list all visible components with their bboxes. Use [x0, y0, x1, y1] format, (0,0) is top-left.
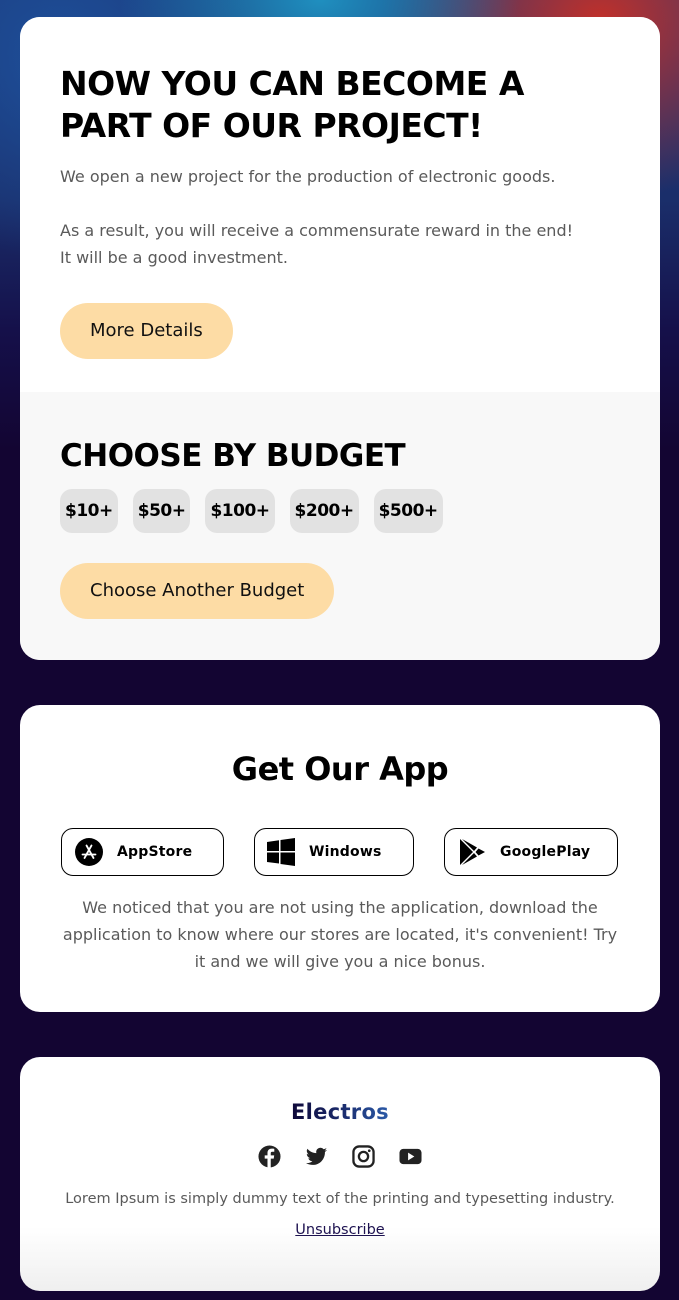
more-details-button[interactable]: More Details — [60, 303, 233, 359]
budget-option[interactable]: $10+ — [60, 489, 118, 533]
app-store-icon — [62, 838, 117, 866]
footer-text: Lorem Ipsum is simply dummy text of the … — [65, 1191, 615, 1207]
budget-option[interactable]: $50+ — [132, 489, 191, 533]
budget-title: CHOOSE BY BUDGET — [60, 438, 406, 474]
app-title: Get Our App — [231, 750, 449, 788]
hero-paragraph-line: It will be a good investment. — [60, 248, 288, 267]
footer-card: Electros Lorem Ipsum is simply dummy tex… — [20, 1057, 660, 1291]
hero-paragraph-line: As a result, you will receive a commensu… — [60, 221, 574, 240]
windows-icon — [255, 838, 309, 866]
hero-section: NOW YOU CAN BECOME A PART OF OUR PROJECT… — [20, 17, 660, 392]
appstore-button[interactable]: AppStore — [61, 828, 224, 876]
budget-option[interactable]: $200+ — [289, 489, 359, 533]
youtube-icon[interactable] — [399, 1145, 422, 1168]
googleplay-label: GooglePlay — [500, 844, 591, 860]
choose-another-budget-button[interactable]: Choose Another Budget — [60, 563, 335, 619]
budget-section: CHOOSE BY BUDGET $10+ $50+ $100+ $200+ $… — [20, 392, 660, 660]
app-description: We noticed that you are not using the ap… — [62, 898, 618, 971]
budget-options: $10+ $50+ $100+ $200+ $500+ — [60, 489, 620, 533]
hero-title: NOW YOU CAN BECOME A PART OF OUR PROJECT… — [60, 64, 524, 145]
app-card: Get Our App AppStore Windows GooglePlay … — [20, 705, 660, 1012]
store-buttons: AppStore Windows GooglePlay — [20, 828, 660, 878]
windows-button[interactable]: Windows — [254, 828, 414, 876]
budget-option[interactable]: $500+ — [373, 489, 443, 533]
twitter-icon[interactable] — [305, 1145, 328, 1168]
instagram-icon[interactable] — [352, 1145, 375, 1168]
hero-card: NOW YOU CAN BECOME A PART OF OUR PROJECT… — [20, 17, 660, 660]
unsubscribe-link[interactable]: Unsubscribe — [295, 1222, 384, 1238]
electros-logo: Electros — [291, 1100, 389, 1124]
windows-label: Windows — [309, 844, 382, 860]
budget-option[interactable]: $100+ — [205, 489, 275, 533]
hero-paragraph: We open a new project for the production… — [60, 167, 556, 186]
googleplay-button[interactable]: GooglePlay — [444, 828, 618, 876]
facebook-icon[interactable] — [258, 1145, 281, 1168]
social-links — [20, 1145, 660, 1169]
appstore-label: AppStore — [117, 844, 193, 860]
google-play-icon — [445, 838, 500, 866]
